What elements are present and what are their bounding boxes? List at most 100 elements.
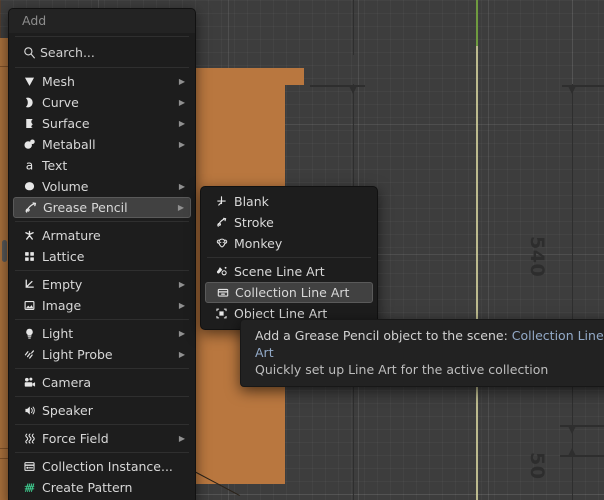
menu-divider xyxy=(15,67,189,68)
axis-line-cream xyxy=(476,46,478,500)
chevron-right-icon: ▶ xyxy=(178,181,185,191)
menu-item-lattice[interactable]: Lattice xyxy=(13,246,191,267)
menu-item-label: Speaker xyxy=(42,403,93,418)
tooltip-prefix: Add a Grease Pencil object to the scene: xyxy=(255,328,508,343)
menu-item-light-probe[interactable]: Light Probe ▶ xyxy=(13,344,191,365)
menu-item-surface[interactable]: Surface ▶ xyxy=(13,113,191,134)
menu-item-curve[interactable]: Curve ▶ xyxy=(13,92,191,113)
menu-item-mesh[interactable]: Mesh ▶ xyxy=(13,71,191,92)
menu-divider xyxy=(15,452,189,453)
axis-line-green xyxy=(476,0,478,46)
menu-item-label: Metaball xyxy=(42,137,96,152)
text-icon: a xyxy=(19,159,40,172)
menu-item-label: Curve xyxy=(42,95,79,110)
menu-item-collection-instance[interactable]: Collection Instance... xyxy=(13,456,191,477)
camera-icon xyxy=(19,376,40,390)
menu-item-empty[interactable]: Empty ▶ xyxy=(13,274,191,295)
menu-divider xyxy=(15,270,189,271)
menu-item-text[interactable]: a Text xyxy=(13,155,191,176)
dimension-arrow xyxy=(349,86,357,94)
chevron-right-icon: ▶ xyxy=(178,349,185,359)
dimension-line xyxy=(560,455,604,457)
tooltip-line-1: Add a Grease Pencil object to the scene:… xyxy=(255,327,604,361)
menu-item-label: Mesh xyxy=(42,74,75,89)
viewport-scroll-grip[interactable] xyxy=(2,240,7,262)
menu-divider xyxy=(15,221,189,222)
tooltip-line-2: Quickly set up Line Art for the active c… xyxy=(255,362,549,377)
force-field-icon xyxy=(19,432,40,445)
monkey-icon xyxy=(211,237,232,250)
add-menu[interactable]: Add Search... Mesh ▶ Curve ▶ Surface ▶ M… xyxy=(8,8,196,500)
menu-item-label: Empty xyxy=(42,277,83,292)
chevron-right-icon: ▶ xyxy=(177,202,184,212)
dimension-arrow xyxy=(568,86,576,94)
menu-search-field[interactable]: Search... xyxy=(13,40,191,64)
submenu-item-scene-line-art[interactable]: Scene Line Art xyxy=(205,261,373,282)
menu-item-label: Create Pattern xyxy=(42,480,133,495)
light-probe-icon xyxy=(19,348,40,361)
grease-pencil-submenu[interactable]: Blank Stroke Monkey Scene Line Art Colle… xyxy=(200,186,378,330)
empty-icon xyxy=(19,278,40,291)
menu-divider xyxy=(15,424,189,425)
menu-item-force-field[interactable]: Force Field ▶ xyxy=(13,428,191,449)
submenu-item-label: Scene Line Art xyxy=(234,264,325,279)
menu-item-label: Armature xyxy=(42,228,101,243)
search-placeholder: Search... xyxy=(40,44,95,60)
add-menu-title: Add xyxy=(9,9,195,33)
menu-item-metaball[interactable]: Metaball ▶ xyxy=(13,134,191,155)
menu-item-label: Volume xyxy=(42,179,89,194)
submenu-item-blank[interactable]: Blank xyxy=(205,191,373,212)
tooltip: Add a Grease Pencil object to the scene:… xyxy=(240,319,604,387)
submenu-item-stroke[interactable]: Stroke xyxy=(205,212,373,233)
light-icon xyxy=(19,327,40,340)
collection-line-art-icon xyxy=(212,286,233,299)
menu-divider xyxy=(15,319,189,320)
menu-item-label: Force Field xyxy=(42,431,109,446)
dimension-line xyxy=(353,0,355,55)
metaball-icon xyxy=(19,138,40,151)
create-pattern-icon xyxy=(19,481,40,494)
chevron-right-icon: ▶ xyxy=(178,97,185,107)
dimension-arrow xyxy=(568,426,576,434)
menu-item-label: Light xyxy=(42,326,74,341)
curve-icon xyxy=(19,96,40,109)
menu-item-armature[interactable]: Armature xyxy=(13,225,191,246)
menu-item-speaker[interactable]: Speaker xyxy=(13,400,191,421)
menu-item-label: Light Probe xyxy=(42,347,113,362)
menu-item-image[interactable]: Image ▶ xyxy=(13,295,191,316)
dimension-line xyxy=(572,84,574,500)
menu-item-light[interactable]: Light ▶ xyxy=(13,323,191,344)
menu-divider xyxy=(15,368,189,369)
image-icon xyxy=(19,299,40,312)
grease-pencil-icon xyxy=(20,201,41,215)
dimension-label-50: 50 xyxy=(526,452,548,480)
menu-divider xyxy=(207,257,371,258)
search-icon xyxy=(19,46,40,59)
collection-instance-icon xyxy=(19,460,40,473)
dimension-label-540: 540 xyxy=(526,236,548,278)
chevron-right-icon: ▶ xyxy=(178,328,185,338)
surface-icon xyxy=(19,117,40,130)
scene-line-art-icon xyxy=(211,265,232,278)
blank-icon xyxy=(211,195,232,208)
chevron-right-icon: ▶ xyxy=(178,300,185,310)
menu-item-grease-pencil[interactable]: Grease Pencil ▶ xyxy=(13,197,191,218)
chevron-right-icon: ▶ xyxy=(178,118,185,128)
menu-item-create-pattern[interactable]: Create Pattern xyxy=(13,477,191,498)
submenu-item-label: Monkey xyxy=(234,236,283,251)
chevron-right-icon: ▶ xyxy=(178,76,185,86)
armature-icon xyxy=(19,229,40,242)
menu-item-volume[interactable]: Volume ▶ xyxy=(13,176,191,197)
submenu-item-monkey[interactable]: Monkey xyxy=(205,233,373,254)
menu-divider xyxy=(15,396,189,397)
submenu-item-label: Stroke xyxy=(234,215,274,230)
menu-item-label: Surface xyxy=(42,116,90,131)
menu-item-label: Text xyxy=(42,158,68,173)
selected-object-beam[interactable] xyxy=(190,68,304,85)
submenu-item-collection-line-art[interactable]: Collection Line Art xyxy=(205,282,373,303)
dimension-arrow xyxy=(568,448,576,456)
menu-item-camera[interactable]: Camera xyxy=(13,372,191,393)
left-edge-object-strip xyxy=(0,38,8,500)
chevron-right-icon: ▶ xyxy=(178,139,185,149)
submenu-item-label: Collection Line Art xyxy=(235,285,350,300)
